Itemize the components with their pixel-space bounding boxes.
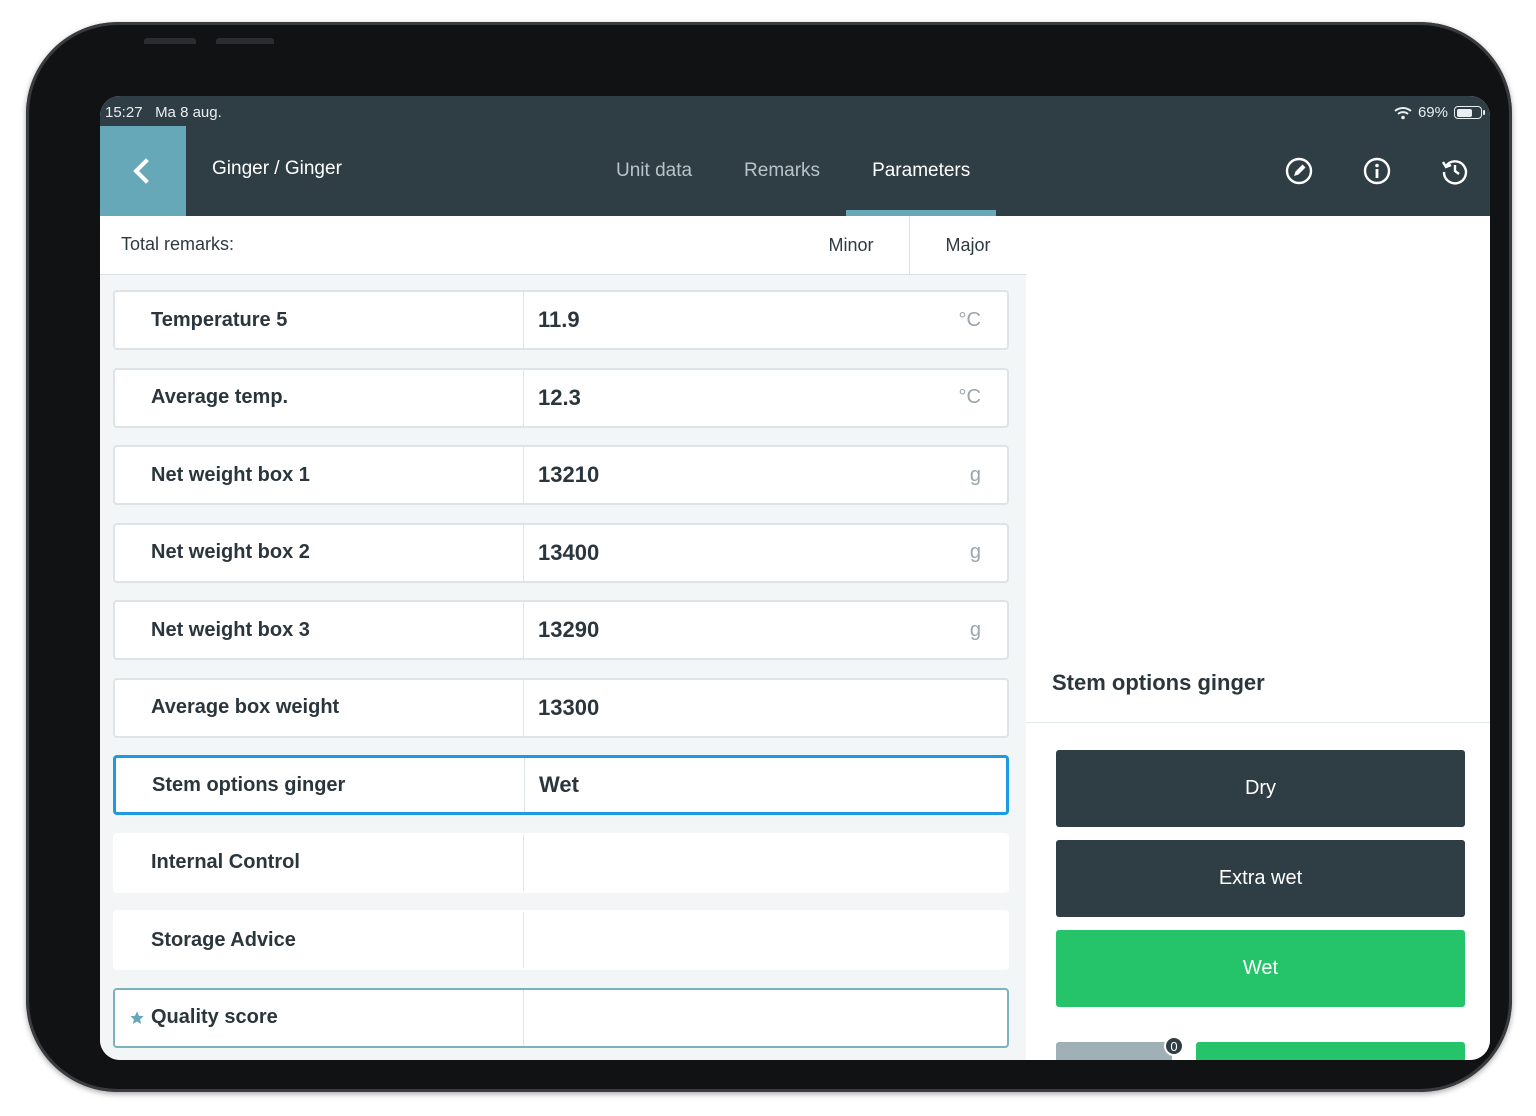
screen: 15:27 Ma 8 aug. 69% Ginger / Ginger Unit… <box>100 96 1490 1060</box>
divider <box>1026 722 1490 723</box>
info-icon[interactable] <box>1362 156 1392 186</box>
divider <box>523 447 524 503</box>
parameter-label: Average temp. <box>151 386 289 408</box>
option-extra-wet-button[interactable]: Extra wet <box>1056 840 1465 917</box>
edit-compass-icon[interactable] <box>1284 156 1314 186</box>
divider <box>523 292 524 348</box>
battery-icon <box>1454 106 1485 119</box>
parameter-row-average-box-weight[interactable]: Average box weight 13300 <box>113 677 1009 738</box>
option-list: Dry Extra wet Wet <box>1056 750 1465 1020</box>
parameter-unit: g <box>969 541 981 563</box>
tab-bar: Unit data Remarks Parameters <box>590 126 997 216</box>
options-panel: Stem options ginger Dry Extra wet Wet 0 <box>1026 216 1490 1060</box>
parameter-row-net-weight-box-1[interactable]: Net weight box 1 13210 g <box>113 445 1009 505</box>
back-button[interactable] <box>100 126 186 216</box>
parameter-value: 13300 <box>538 694 600 720</box>
parameter-label: Internal Control <box>151 851 300 873</box>
count-badge: 0 <box>1164 1036 1184 1056</box>
parameter-label: Storage Advice <box>151 928 296 951</box>
parameter-row-quality-score[interactable]: Quality score <box>113 987 1009 1048</box>
parameter-row-stem-options-ginger[interactable]: Stem options ginger Wet <box>113 755 1009 815</box>
parameter-value: 11.9 <box>538 307 580 332</box>
option-wet-button[interactable]: Wet <box>1056 930 1465 1007</box>
minor-button[interactable]: Minor <box>793 216 909 274</box>
header-actions <box>1284 156 1470 186</box>
secondary-action-button[interactable] <box>1056 1042 1172 1060</box>
divider <box>523 834 524 891</box>
divider <box>523 524 524 581</box>
parameter-unit: g <box>969 463 981 486</box>
parameter-rows: Temperature 5 11.9 °C Average temp. 12.3… <box>113 290 1009 1060</box>
divider <box>523 679 524 736</box>
history-icon[interactable] <box>1440 156 1470 186</box>
parameter-label: Net weight box 3 <box>151 618 310 641</box>
parameter-unit: °C <box>958 386 981 408</box>
parameter-value: 12.3 <box>538 384 581 410</box>
parameter-label: Net weight box 1 <box>151 463 310 486</box>
parameter-row-average-temp[interactable]: Average temp. 12.3 °C <box>113 367 1009 428</box>
parameter-row-internal-control[interactable]: Internal Control <box>113 832 1009 893</box>
parameter-unit: g <box>969 618 981 641</box>
chevron-left-icon <box>133 158 159 184</box>
parameters-list-panel: Total remarks: Minor Major Temperature 5… <box>100 216 1026 1060</box>
wifi-icon <box>1394 106 1412 119</box>
option-dry-button[interactable]: Dry <box>1056 750 1465 827</box>
status-time: 15:27 Ma 8 aug. <box>105 104 222 121</box>
parameter-value: 13210 <box>538 462 600 487</box>
parameter-row-net-weight-box-3[interactable]: Net weight box 3 13290 g <box>113 600 1009 660</box>
options-panel-title: Stem options ginger <box>1052 670 1265 695</box>
major-button[interactable]: Major <box>909 216 1026 274</box>
parameter-value: Wet <box>539 772 579 797</box>
divider <box>523 912 524 968</box>
parameter-value: 13290 <box>538 617 600 642</box>
remarks-summary-bar: Total remarks: Minor Major <box>100 216 1026 275</box>
parameter-unit: °C <box>958 308 981 331</box>
severity-toggle: Minor Major <box>793 216 1026 274</box>
status-indicators: 69% <box>1394 104 1485 121</box>
parameter-label: Quality score <box>151 1006 278 1028</box>
app-header: 15:27 Ma 8 aug. 69% Ginger / Ginger Unit… <box>100 96 1490 216</box>
divider <box>523 369 524 426</box>
battery-level <box>1456 108 1472 117</box>
tab-remarks[interactable]: Remarks <box>718 126 846 216</box>
star-icon <box>129 990 145 1046</box>
tab-parameters[interactable]: Parameters <box>846 126 997 216</box>
parameter-value: 13400 <box>538 539 600 565</box>
battery-percent: 69% <box>1417 104 1448 121</box>
parameter-row-temperature-5[interactable]: Temperature 5 11.9 °C <box>113 290 1009 350</box>
divider <box>523 989 524 1046</box>
parameter-label: Temperature 5 <box>151 308 288 331</box>
parameter-label: Net weight box 2 <box>151 541 310 563</box>
device-frame: 15:27 Ma 8 aug. 69% Ginger / Ginger Unit… <box>26 22 1512 1092</box>
primary-action-button[interactable] <box>1196 1042 1465 1060</box>
volume-button <box>216 38 274 44</box>
parameter-row-storage-advice[interactable]: Storage Advice <box>113 910 1009 970</box>
tab-unit-data[interactable]: Unit data <box>590 126 718 216</box>
parameter-label: Stem options ginger <box>152 773 346 796</box>
parameter-label: Average box weight <box>151 696 340 718</box>
divider <box>523 602 524 658</box>
total-remarks-label: Total remarks: <box>121 234 235 254</box>
breadcrumb: Ginger / Ginger <box>212 158 342 179</box>
parameter-row-net-weight-box-2[interactable]: Net weight box 2 13400 g <box>113 522 1009 583</box>
divider <box>524 758 525 812</box>
volume-button <box>144 38 196 44</box>
